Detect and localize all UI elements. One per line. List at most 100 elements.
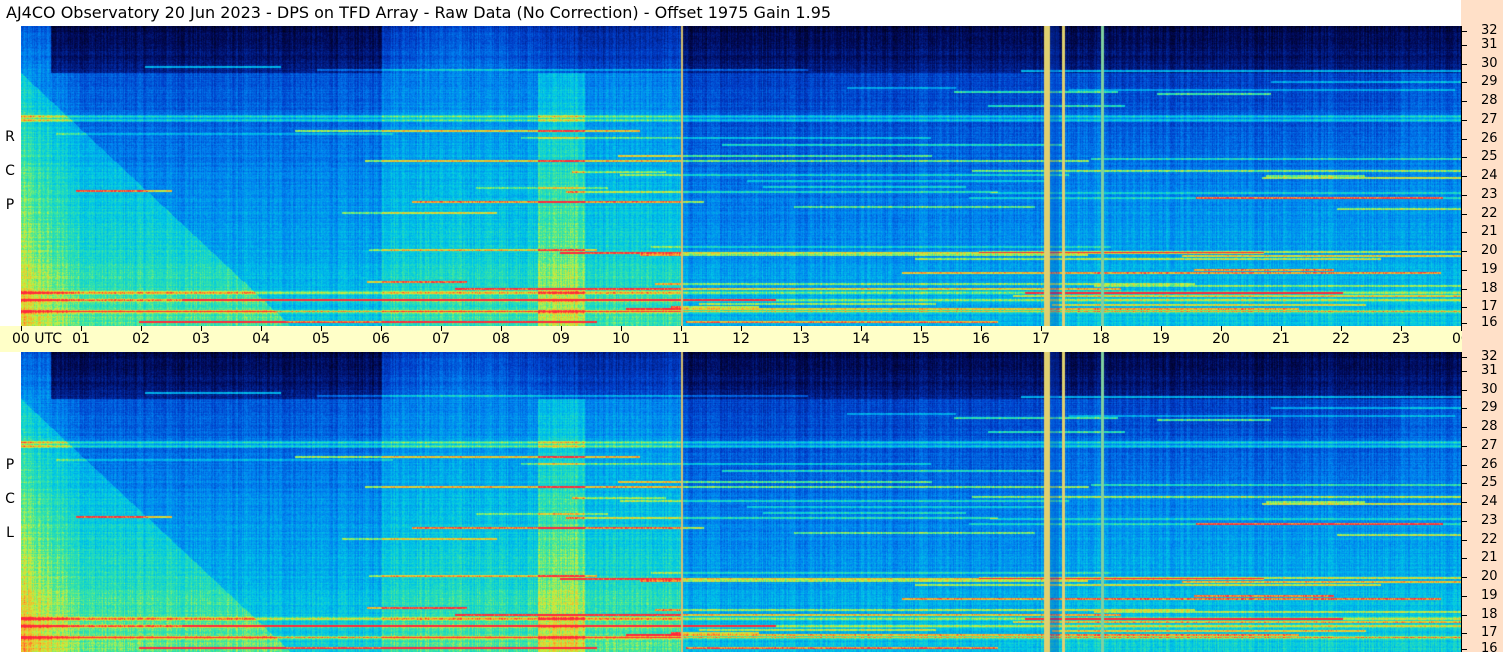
time-tick-label: 13 — [792, 331, 810, 347]
freq-tick-mark — [1461, 446, 1467, 447]
freq-tick-label: 18 — [1481, 281, 1498, 296]
freq-tick-label: 30 — [1481, 56, 1498, 71]
time-tick-label: 08 — [492, 331, 510, 347]
time-tick-label: 00 UTC — [12, 331, 63, 347]
spectrogram-lcp-canvas — [21, 352, 1461, 652]
time-tick-label: 15 — [912, 331, 930, 347]
panel-label-letter: C — [5, 163, 15, 179]
time-tick-label: 18 — [1092, 331, 1110, 347]
freq-tick-mark — [1461, 214, 1467, 215]
freq-tick-label: 23 — [1481, 513, 1498, 528]
freq-tick-label: 30 — [1481, 382, 1498, 397]
time-tick-label: 01 — [72, 331, 90, 347]
freq-axis-rcp: 32 31 30 29 28 27 26 25 24 23 22 21 20 19 18 17 16 — [1461, 23, 1503, 330]
time-tick-label: 21 — [1272, 331, 1290, 347]
freq-tick-mark — [1461, 232, 1467, 233]
freq-tick-mark — [1461, 558, 1467, 559]
time-tick-label: 22 — [1332, 331, 1350, 347]
freq-tick-label: 20 — [1481, 569, 1498, 584]
freq-tick-mark — [1461, 390, 1467, 391]
time-tick-label: 10 — [612, 331, 630, 347]
freq-tick-label: 28 — [1481, 93, 1498, 108]
panel-label-letter: C — [5, 491, 15, 507]
freq-tick-mark — [1461, 521, 1467, 522]
freq-tick-label: 19 — [1481, 588, 1498, 603]
freq-tick-label: 26 — [1481, 457, 1498, 472]
time-tick-label: 04 — [252, 331, 270, 347]
freq-tick-label: 27 — [1481, 438, 1498, 453]
panel-label-letter: L — [6, 525, 14, 541]
freq-tick-mark — [1461, 120, 1467, 121]
freq-axis-lcp: 32 31 30 29 28 27 26 25 24 23 22 21 20 19 18 17 16 — [1461, 349, 1503, 656]
freq-tick-label: 29 — [1481, 74, 1498, 89]
freq-tick-mark — [1461, 270, 1467, 271]
time-tick-label: 03 — [192, 331, 210, 347]
freq-tick-mark — [1461, 195, 1467, 196]
freq-tick-mark — [1461, 465, 1467, 466]
freq-tick-mark — [1461, 101, 1467, 102]
time-tick-label: 11 — [672, 331, 690, 347]
freq-tick-mark — [1461, 596, 1467, 597]
panel-label-letter: R — [5, 129, 15, 145]
freq-tick-label: 21 — [1481, 550, 1498, 565]
time-axis: 00 UTC 01 02 03 04 05 06 07 08 09 10 11 12 13 14 15 16 17… — [0, 326, 1503, 352]
time-tick-label: 19 — [1152, 331, 1170, 347]
freq-tick-label: 23 — [1481, 187, 1498, 202]
freq-tick-mark — [1461, 64, 1467, 65]
time-tick-label: 17 — [1032, 331, 1050, 347]
time-tick-label: 02 — [132, 331, 150, 347]
freq-tick-label: 26 — [1481, 131, 1498, 146]
freq-tick-label: 32 — [1481, 23, 1498, 38]
freq-tick-label: 17 — [1481, 299, 1498, 314]
freq-tick-label: 31 — [1481, 37, 1498, 52]
panel-label-letter: P — [5, 197, 15, 213]
freq-tick-label: 18 — [1481, 607, 1498, 622]
freq-tick-mark — [1461, 251, 1467, 252]
freq-tick-mark — [1461, 45, 1467, 46]
spectrogram-rcp — [21, 26, 1461, 326]
freq-tick-mark — [1461, 82, 1467, 83]
freq-tick-mark — [1461, 139, 1467, 140]
time-tick-label: 16 — [972, 331, 990, 347]
panel-label-letter: P — [5, 457, 15, 473]
time-tick-label: 23 — [1392, 331, 1410, 347]
freq-tick-label: 22 — [1481, 206, 1498, 221]
time-tick-label: 12 — [732, 331, 750, 347]
freq-tick-mark — [1461, 649, 1467, 650]
freq-tick-mark — [1461, 371, 1467, 372]
time-tick-label: 07 — [432, 331, 450, 347]
freq-tick-mark — [1461, 323, 1467, 324]
spectrogram-lcp — [21, 352, 1461, 652]
freq-tick-mark — [1461, 540, 1467, 541]
freq-tick-label: 21 — [1481, 224, 1498, 239]
freq-tick-label: 25 — [1481, 149, 1498, 164]
freq-tick-label: 28 — [1481, 419, 1498, 434]
spectrogram-rcp-canvas — [21, 26, 1461, 326]
freq-tick-mark — [1461, 307, 1467, 308]
freq-tick-mark — [1461, 408, 1467, 409]
time-tick-label: 14 — [852, 331, 870, 347]
time-tick-label: 05 — [312, 331, 330, 347]
freq-tick-label: 22 — [1481, 532, 1498, 547]
freq-tick-mark — [1461, 176, 1467, 177]
freq-tick-label: 31 — [1481, 363, 1498, 378]
freq-tick-mark — [1461, 483, 1467, 484]
freq-tick-label: 32 — [1481, 349, 1498, 364]
time-tick-label: 09 — [552, 331, 570, 347]
freq-tick-label: 29 — [1481, 400, 1498, 415]
chart-title: AJ4CO Observatory 20 Jun 2023 - DPS on T… — [6, 3, 832, 22]
time-tick-label: 06 — [372, 331, 390, 347]
freq-tick-mark — [1461, 502, 1467, 503]
freq-tick-mark — [1461, 633, 1467, 634]
freq-tick-mark — [1461, 289, 1467, 290]
time-tick-label: 20 — [1212, 331, 1230, 347]
freq-tick-mark — [1461, 357, 1467, 358]
freq-tick-label: 19 — [1481, 262, 1498, 277]
freq-tick-mark — [1461, 157, 1467, 158]
freq-tick-mark — [1461, 427, 1467, 428]
freq-tick-mark — [1461, 577, 1467, 578]
freq-tick-label: 17 — [1481, 625, 1498, 640]
freq-tick-label: 27 — [1481, 112, 1498, 127]
panel-label-rcp: R C P — [0, 120, 20, 222]
freq-tick-mark — [1461, 615, 1467, 616]
